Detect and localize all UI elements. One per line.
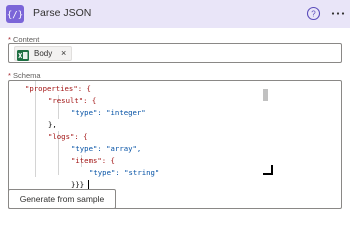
editor-scrollbar[interactable] xyxy=(263,89,268,101)
code-line-text: }}} xyxy=(71,180,85,189)
svg-text:{/}: {/} xyxy=(7,11,23,21)
code-line: "type": "integer" xyxy=(71,107,146,119)
content-field[interactable]: Body × xyxy=(8,43,342,63)
more-options-icon[interactable] xyxy=(330,6,346,21)
code-line-text: "type": "integer" xyxy=(71,108,146,117)
braces-icon: {/} xyxy=(6,5,24,23)
code-line-text: "items": { xyxy=(71,156,115,165)
schema-label: * Schema xyxy=(8,71,41,80)
code-line: "properties": { xyxy=(25,83,91,95)
code-line: "result": { xyxy=(48,95,96,107)
dynamic-content-token[interactable]: Body × xyxy=(14,46,72,61)
editor-resize-handle[interactable] xyxy=(263,165,273,175)
code-line: }, xyxy=(48,119,57,131)
schema-required-mark: * xyxy=(8,71,11,80)
schema-label-text: Schema xyxy=(13,71,41,80)
code-line-text: "logs": { xyxy=(48,132,88,141)
code-line: "items": { xyxy=(71,155,115,167)
help-icon[interactable]: ? xyxy=(306,6,321,21)
code-line-text: }, xyxy=(48,120,57,129)
generate-from-sample-button[interactable]: Generate from sample xyxy=(8,189,116,209)
code-line-text: "result": { xyxy=(48,96,97,105)
action-header[interactable]: {/} Parse JSON ? xyxy=(0,0,350,28)
indent-guide xyxy=(35,81,36,177)
excel-icon xyxy=(17,48,29,61)
code-line: "type": "string" xyxy=(89,167,159,179)
svg-text:?: ? xyxy=(311,10,316,19)
code-line-text: "type": "array", xyxy=(71,144,142,153)
token-label: Body xyxy=(34,49,53,58)
code-line: "logs": { xyxy=(48,131,88,143)
code-line-text: "properties": { xyxy=(25,84,91,93)
token-remove-icon[interactable]: × xyxy=(61,48,66,58)
code-line: "type": "array", xyxy=(71,143,141,155)
action-title: Parse JSON xyxy=(33,7,92,19)
code-line-text: "type": "string" xyxy=(89,168,160,177)
